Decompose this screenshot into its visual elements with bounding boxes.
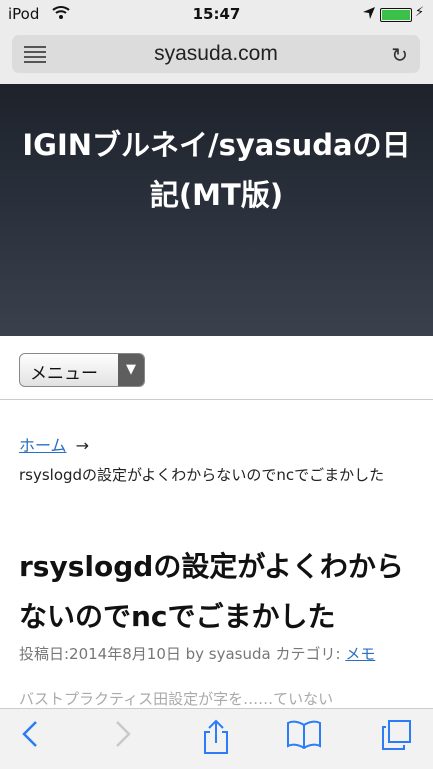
breadcrumb: ホーム → <box>19 432 89 456</box>
divider <box>0 399 433 400</box>
share-icon[interactable] <box>196 719 236 759</box>
reload-icon[interactable]: ↻ <box>391 43 408 67</box>
site-header: IGINブルネイ/syasudaの日記(MT版) <box>0 84 433 336</box>
category-link[interactable]: メモ <box>345 645 375 663</box>
status-bar: iPod 15:47 ⚡ <box>0 0 433 28</box>
tabs-icon[interactable] <box>376 719 416 759</box>
breadcrumb-arrow: → <box>75 436 90 455</box>
browser-toolbar <box>0 708 433 769</box>
battery-icon <box>380 8 412 22</box>
bookmarks-icon[interactable] <box>284 719 324 759</box>
menu-select[interactable]: メニュー ▼ <box>19 353 145 387</box>
address-bar[interactable]: syasuda.com ↻ <box>12 35 420 73</box>
url-text[interactable]: syasuda.com <box>12 42 420 66</box>
charging-icon: ⚡ <box>415 5 425 20</box>
browser-header: syasuda.com ↻ <box>0 28 433 84</box>
dropdown-arrow-icon: ▼ <box>118 354 144 386</box>
post-meta: 投稿日:2014年8月10日 by syasuda カテゴリ: メモ <box>19 643 433 664</box>
menu-select-label: メニュー <box>30 364 98 384</box>
back-icon[interactable] <box>10 719 50 759</box>
post-excerpt: バストプラクティス田設定が字を……ていない <box>19 690 334 708</box>
post-meta-text: 投稿日:2014年8月10日 by syasuda カテゴリ: <box>19 645 346 663</box>
breadcrumb-home-link[interactable]: ホーム <box>19 436 67 455</box>
breadcrumb-current: rsyslogdの設定がよくわからないのでncでごまかした <box>19 466 385 484</box>
post-title: rsyslogdの設定がよくわからないのでncでごまかした <box>19 550 404 633</box>
site-title[interactable]: IGINブルネイ/syasudaの日記(MT版) <box>14 120 419 220</box>
location-icon <box>362 6 376 24</box>
forward-icon[interactable] <box>103 719 143 759</box>
